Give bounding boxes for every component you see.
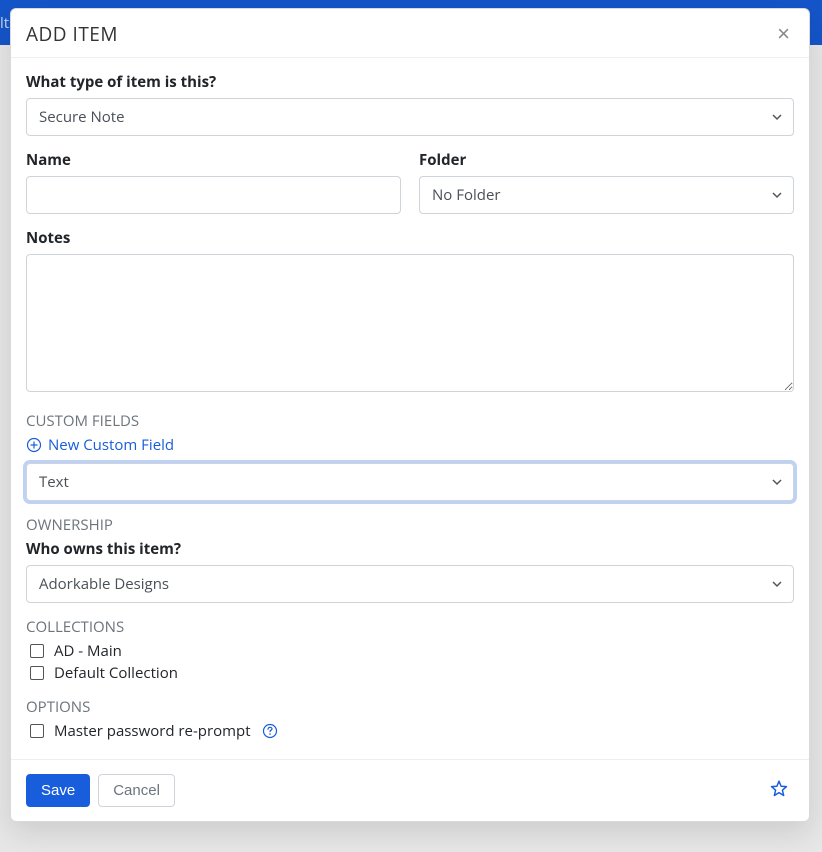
notes-textarea[interactable] xyxy=(26,254,794,392)
save-button[interactable]: Save xyxy=(26,774,90,807)
name-folder-row: Name Folder No Folder xyxy=(26,150,794,228)
reprompt-option[interactable]: Master password re-prompt xyxy=(26,721,794,741)
notes-group: Notes xyxy=(26,228,794,397)
name-input[interactable] xyxy=(26,176,401,214)
ownership-select[interactable]: Adorkable Designs xyxy=(26,565,794,603)
custom-field-type-select[interactable]: Text xyxy=(26,463,794,501)
collection-label: AD - Main xyxy=(54,641,122,661)
reprompt-checkbox[interactable] xyxy=(30,724,44,738)
modal-title: ADD ITEM xyxy=(26,21,118,47)
new-custom-field-label: New Custom Field xyxy=(48,435,174,455)
item-type-group: What type of item is this? Secure Note xyxy=(26,72,794,136)
item-type-label: What type of item is this? xyxy=(26,72,794,92)
collection-checkbox[interactable] xyxy=(30,666,44,680)
ownership-header: OWNERSHIP xyxy=(26,515,794,535)
modal-header: ADD ITEM × xyxy=(11,9,809,57)
name-group: Name xyxy=(26,150,401,214)
reprompt-label: Master password re-prompt xyxy=(54,721,251,741)
folder-group: Folder No Folder xyxy=(419,150,794,214)
folder-label: Folder xyxy=(419,150,794,170)
collection-item[interactable]: AD - Main xyxy=(26,641,794,661)
folder-select[interactable]: No Folder xyxy=(419,176,794,214)
close-button[interactable]: × xyxy=(773,23,794,45)
options-header: OPTIONS xyxy=(26,697,794,717)
notes-label: Notes xyxy=(26,228,794,248)
collection-item[interactable]: Default Collection xyxy=(26,663,794,683)
ownership-group: Who owns this item? Adorkable Designs xyxy=(26,539,794,603)
cancel-button[interactable]: Cancel xyxy=(98,774,175,807)
collection-label: Default Collection xyxy=(54,663,178,683)
close-icon: × xyxy=(777,21,790,46)
new-custom-field-link[interactable]: New Custom Field xyxy=(26,435,174,455)
item-type-select[interactable]: Secure Note xyxy=(26,98,794,136)
star-icon xyxy=(768,778,790,800)
favorite-button[interactable] xyxy=(764,774,794,807)
modal-body: What type of item is this? Secure Note N… xyxy=(11,58,809,759)
help-icon[interactable] xyxy=(262,723,278,739)
collections-header: COLLECTIONS xyxy=(26,617,794,637)
ownership-label: Who owns this item? xyxy=(26,539,794,559)
name-label: Name xyxy=(26,150,401,170)
add-item-modal: ADD ITEM × What type of item is this? Se… xyxy=(10,8,810,822)
modal-footer: Save Cancel xyxy=(11,759,809,821)
collection-checkbox[interactable] xyxy=(30,644,44,658)
custom-fields-header: CUSTOM FIELDS xyxy=(26,411,794,431)
plus-circle-icon xyxy=(26,437,42,453)
